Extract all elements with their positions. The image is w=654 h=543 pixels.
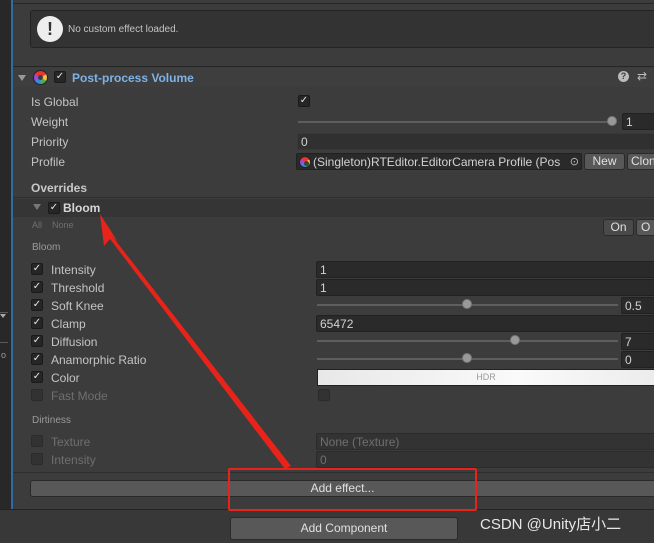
annotation-highlight-box	[228, 468, 477, 511]
annotation-arrow	[100, 214, 291, 469]
annotation-overlay	[100, 214, 291, 469]
watermark: CSDN @Unity店小二	[480, 516, 622, 533]
